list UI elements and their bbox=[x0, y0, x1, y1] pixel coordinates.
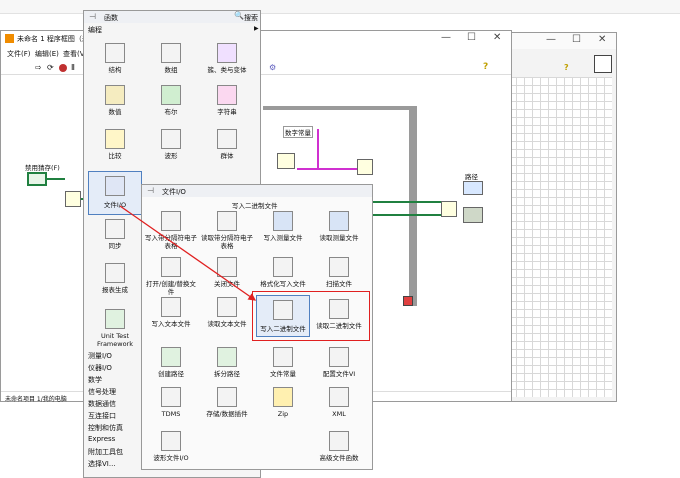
annotation-arrow bbox=[119, 205, 257, 301]
arrow-line bbox=[119, 205, 257, 301]
